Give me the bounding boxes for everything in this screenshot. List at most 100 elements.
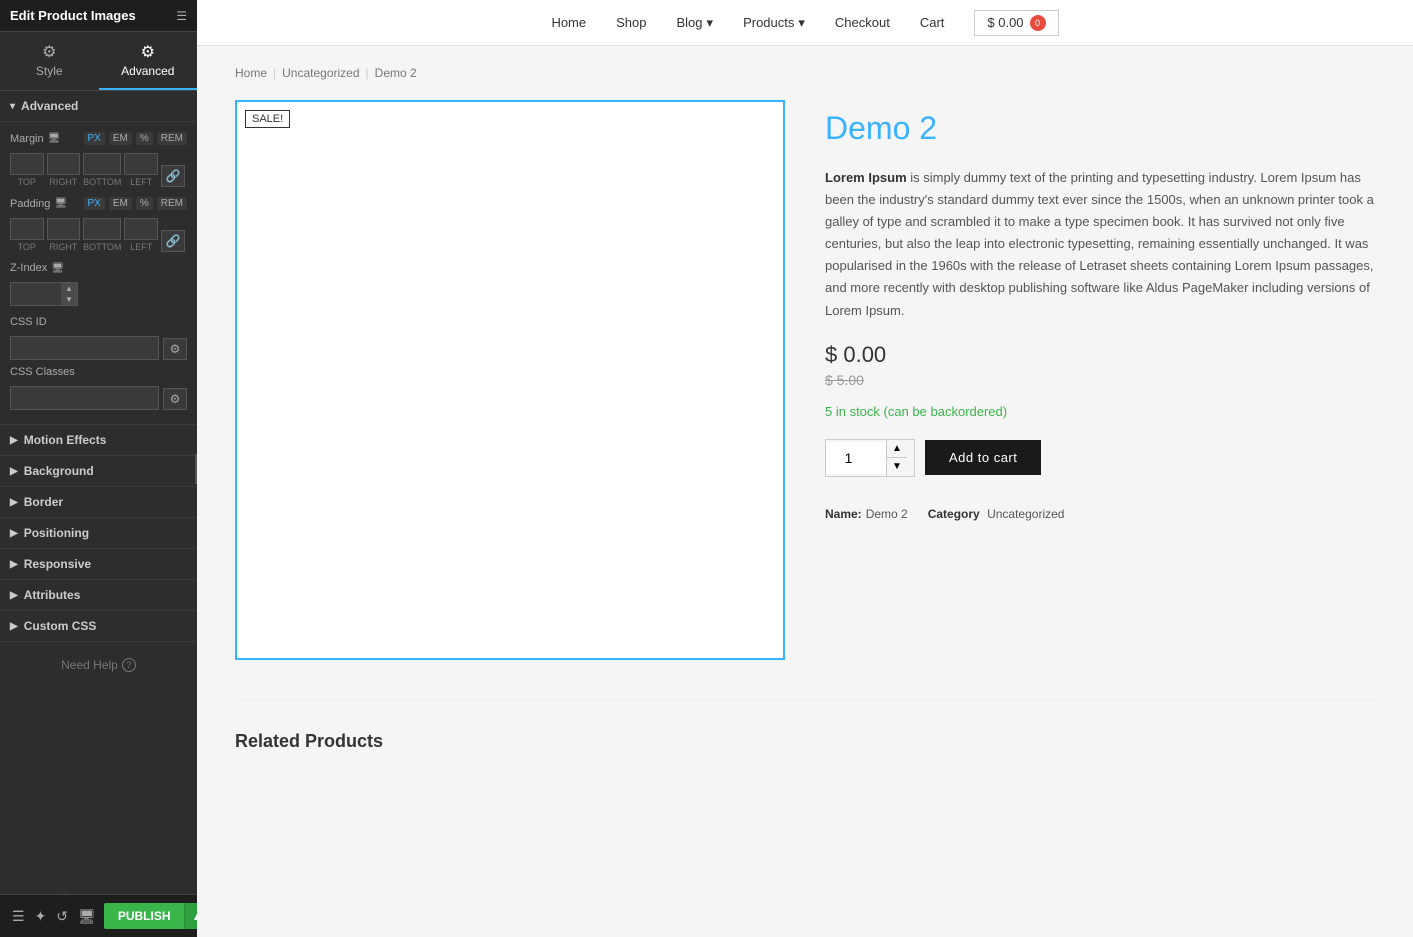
padding-bottom-input[interactable] xyxy=(83,218,121,240)
responsive-icon-btn[interactable]: 🖥 xyxy=(76,906,98,927)
nav-blog[interactable]: Blog ▾ xyxy=(677,15,714,31)
original-price: $ 5.00 xyxy=(825,372,1375,388)
margin-left-input[interactable] xyxy=(124,153,158,175)
section-responsive[interactable]: ▶ Responsive xyxy=(0,549,197,580)
nav-checkout[interactable]: Checkout xyxy=(835,15,890,30)
margin-top-wrap: TOP xyxy=(10,153,44,187)
cssclasses-settings-btn[interactable]: ⚙ xyxy=(163,388,187,410)
margin-unit-px[interactable]: PX xyxy=(84,132,105,145)
section-positioning[interactable]: ▶ Positioning xyxy=(0,518,197,549)
zindex-up-btn[interactable]: ▲ xyxy=(61,283,77,294)
help-circle-icon: ? xyxy=(122,658,136,672)
section-advanced-header[interactable]: ▾ Advanced xyxy=(0,91,197,122)
nav-products[interactable]: Products ▾ xyxy=(743,15,805,31)
product-meta: Name:Demo 2 Category Uncategorized xyxy=(825,507,1375,521)
zindex-spinner: ▲ ▼ xyxy=(10,282,78,306)
margin-bottom-wrap: BOTTOM xyxy=(83,153,121,187)
add-to-cart-row: ▲ ▼ Add to cart xyxy=(825,439,1375,477)
nav-cart[interactable]: Cart xyxy=(920,15,945,30)
need-help-text[interactable]: Need Help ? xyxy=(61,658,136,672)
qty-down-btn[interactable]: ▼ xyxy=(887,458,907,476)
zindex-input-row: ▲ ▼ xyxy=(10,282,187,306)
section-background[interactable]: ▶ Background xyxy=(0,456,197,487)
padding-unit-rem[interactable]: REM xyxy=(157,197,187,210)
panel-header: Edit Product Images ☰ xyxy=(0,0,197,32)
cart-button[interactable]: $ 0.00 0 xyxy=(974,10,1058,36)
cssid-settings-btn[interactable]: ⚙ xyxy=(163,338,187,360)
product-layout: SALE! Demo 2 Lorem Ipsum is simply dummy… xyxy=(235,100,1375,660)
arrow-right-icon-4: ▶ xyxy=(10,528,18,539)
breadcrumb-home[interactable]: Home xyxy=(235,66,267,80)
zindex-spinners: ▲ ▼ xyxy=(61,283,77,305)
cart-badge: 0 xyxy=(1030,15,1046,31)
description-bold: Lorem Ipsum xyxy=(825,170,907,185)
breadcrumb-uncategorized[interactable]: Uncategorized xyxy=(282,66,359,80)
nav-shop[interactable]: Shop xyxy=(616,15,646,30)
style-icon: ⚙ xyxy=(0,42,99,62)
section-motion-effects[interactable]: ▶ Motion Effects xyxy=(0,425,197,456)
cssclasses-input[interactable] xyxy=(10,386,159,410)
margin-unit-percent[interactable]: % xyxy=(136,132,153,145)
margin-bottom-input[interactable] xyxy=(83,153,121,175)
products-dropdown-icon: ▾ xyxy=(798,15,805,31)
nav-home[interactable]: Home xyxy=(551,15,586,30)
breadcrumb: Home | Uncategorized | Demo 2 xyxy=(235,66,1375,80)
padding-right-input[interactable] xyxy=(47,218,81,240)
section-custom-css[interactable]: ▶ Custom CSS xyxy=(0,611,197,642)
meta-category: Category Uncategorized xyxy=(928,507,1065,521)
cssclasses-field-row: CSS Classes xyxy=(10,366,187,378)
publish-dropdown-btn[interactable]: ▲ xyxy=(184,903,197,929)
margin-right-input[interactable] xyxy=(47,153,81,175)
padding-unit-em[interactable]: EM xyxy=(109,197,132,210)
cssid-label: CSS ID xyxy=(10,316,47,328)
product-page: Home | Uncategorized | Demo 2 SALE! Demo… xyxy=(205,46,1405,680)
padding-unit-percent[interactable]: % xyxy=(136,197,153,210)
tab-advanced[interactable]: ⚙ Advanced xyxy=(99,32,198,90)
meta-name-link[interactable]: Name:Demo 2 xyxy=(825,507,908,521)
zindex-down-btn[interactable]: ▼ xyxy=(61,294,77,305)
publish-button[interactable]: PUBLISH xyxy=(104,903,185,929)
margin-unit-em[interactable]: EM xyxy=(109,132,132,145)
padding-unit-buttons: PX EM % REM xyxy=(84,197,187,210)
breadcrumb-sep-2: | xyxy=(366,66,369,80)
margin-top-input[interactable] xyxy=(10,153,44,175)
margin-link-btn[interactable]: 🔗 xyxy=(161,165,185,187)
arrow-right-icon-2: ▶ xyxy=(10,466,18,477)
add-to-cart-button[interactable]: Add to cart xyxy=(925,440,1041,475)
padding-left-wrap: LEFT xyxy=(124,218,158,252)
meta-category-link[interactable]: Uncategorized xyxy=(987,507,1064,521)
zindex-input[interactable] xyxy=(11,286,61,302)
margin-inputs: TOP RIGHT BOTTOM LEFT 🔗 xyxy=(10,153,187,187)
settings-icon-btn[interactable]: ☰ xyxy=(10,906,27,927)
padding-top-wrap: TOP xyxy=(10,218,44,252)
margin-label: Margin 🖥 xyxy=(10,133,60,145)
hamburger-icon[interactable]: ☰ xyxy=(176,9,187,23)
history-icon-btn[interactable]: ↺ xyxy=(54,906,70,927)
add-icon-btn[interactable]: ✦ xyxy=(33,906,49,927)
zindex-label: Z-Index 🖥 xyxy=(10,262,64,274)
main-content: Home Shop Blog ▾ Products ▾ Checkout Car… xyxy=(197,0,1413,937)
tab-style[interactable]: ⚙ Style xyxy=(0,32,99,90)
advanced-icon: ⚙ xyxy=(99,42,198,62)
padding-right-wrap: RIGHT xyxy=(47,218,81,252)
publish-btn-group: PUBLISH ▲ xyxy=(104,903,197,929)
padding-unit-px[interactable]: PX xyxy=(84,197,105,210)
section-attributes[interactable]: ▶ Attributes xyxy=(0,580,197,611)
arrow-right-icon-5: ▶ xyxy=(10,559,18,570)
section-advanced-body: Margin 🖥 PX EM % REM TOP RIGHT BOTTOM xyxy=(0,122,197,425)
current-price: $ 0.00 xyxy=(825,342,1375,368)
arrow-right-icon-3: ▶ xyxy=(10,497,18,508)
panel-collapse-handle[interactable]: ‹ xyxy=(195,454,197,484)
cssid-field-row: CSS ID xyxy=(10,316,187,328)
section-border[interactable]: ▶ Border xyxy=(0,487,197,518)
margin-unit-rem[interactable]: REM xyxy=(157,132,187,145)
margin-left-wrap: LEFT xyxy=(124,153,158,187)
cssid-input[interactable] xyxy=(10,336,159,360)
padding-left-input[interactable] xyxy=(124,218,158,240)
quantity-field[interactable] xyxy=(826,442,886,474)
margin-right-wrap: RIGHT xyxy=(47,153,81,187)
padding-top-input[interactable] xyxy=(10,218,44,240)
top-nav: Home Shop Blog ▾ Products ▾ Checkout Car… xyxy=(197,0,1413,46)
padding-link-btn[interactable]: 🔗 xyxy=(161,230,185,252)
qty-up-btn[interactable]: ▲ xyxy=(887,440,907,458)
